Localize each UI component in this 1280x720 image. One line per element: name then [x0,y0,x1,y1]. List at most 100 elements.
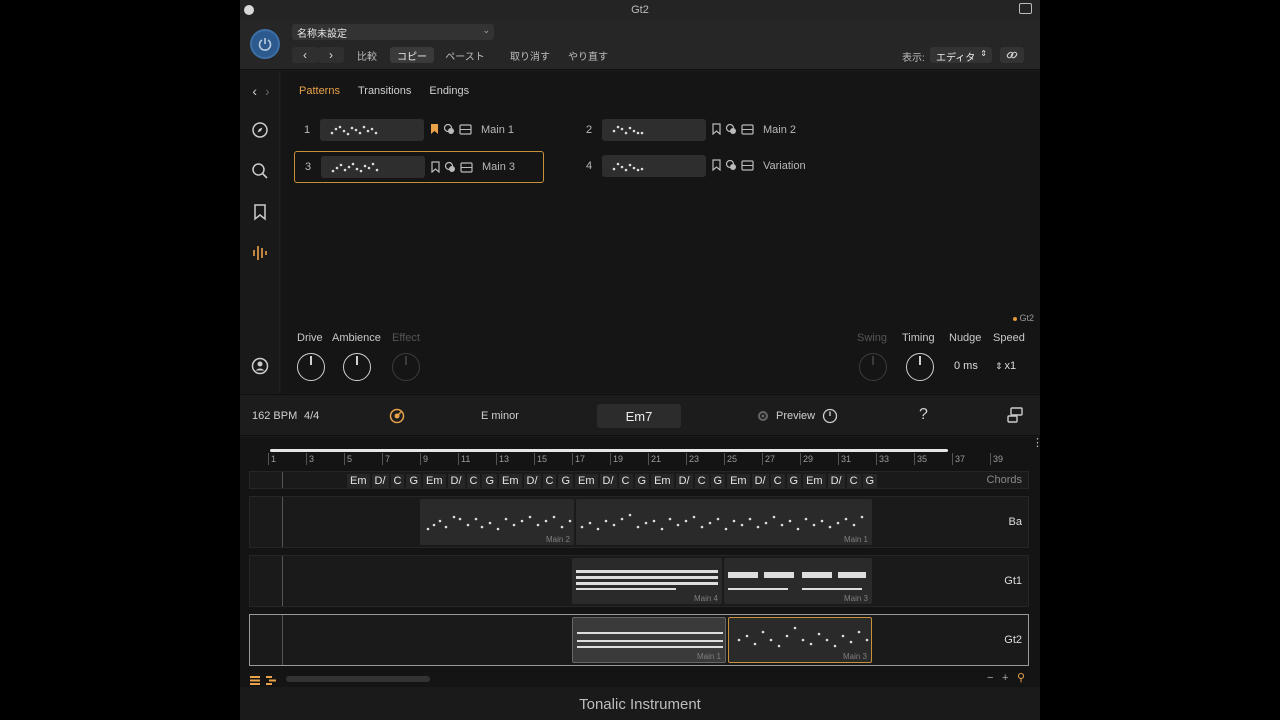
copy-button[interactable]: コピー [390,47,434,63]
bookmark-filled-icon[interactable] [430,123,439,135]
chord-cell[interactable]: D/ [751,474,769,488]
sidebar-item-account[interactable] [250,356,270,376]
chord-cell[interactable]: Em [575,474,598,488]
chord-cell[interactable]: C [466,474,481,488]
song-scrubber[interactable] [270,449,948,452]
power-button[interactable] [250,29,280,59]
chord-cell[interactable]: D/ [371,474,389,488]
effect-knob[interactable] [392,353,420,381]
instrument-tag: Gt2 [1013,313,1034,323]
tab-endings[interactable]: Endings [429,85,469,97]
bookmark-icon[interactable] [431,161,440,173]
pattern-item-selected[interactable]: 3 Main 3 [294,151,544,183]
layout-toggle-icon[interactable] [1006,406,1024,429]
chord-cell[interactable]: D/ [523,474,541,488]
undo-button[interactable]: 取り消す [508,47,552,63]
sidebar-item-bookmarks[interactable] [250,202,270,222]
chord-cell[interactable]: Em [347,474,370,488]
chord-cell[interactable]: Em [727,474,750,488]
redo-button[interactable]: やり直す [566,47,610,63]
chord-cell[interactable]: C [694,474,709,488]
tab-patterns[interactable]: Patterns [299,85,340,97]
zoom-out-button[interactable]: − [987,672,993,684]
zoom-in-button[interactable]: + [1002,672,1008,684]
bar-tick: 7 [382,453,390,465]
horizontal-scrollbar[interactable] [286,676,430,682]
chord-cell[interactable]: G [862,474,878,488]
chord-cell[interactable]: Em [499,474,522,488]
chord-cell[interactable]: Em [423,474,446,488]
help-button[interactable]: ? [919,406,928,424]
chord-cell[interactable]: G [482,474,498,488]
preset-select[interactable]: 名称未設定 ⌄ [292,24,494,40]
pattern-region-selected[interactable]: Main 3 [728,617,872,663]
next-preset-button[interactable]: › [318,47,344,63]
chord-cell[interactable]: G [558,474,574,488]
pattern-name: Variation [763,160,806,172]
pattern-item[interactable]: 1 Main 1 [294,117,544,143]
preview-button[interactable]: Preview [776,410,815,422]
time-signature[interactable]: 4/4 [304,410,319,422]
chord-cell[interactable]: G [406,474,422,488]
prev-preset-button[interactable]: ‹ [292,47,318,63]
pattern-item[interactable]: 4 Variation [576,153,826,179]
chord-cell[interactable]: G [634,474,650,488]
tempo[interactable]: 162 BPM [252,410,297,422]
track-gt1[interactable]: Main 4 Main 3 Gt1 [249,555,1029,607]
swing-knob[interactable] [859,353,887,381]
sidebar-item-patterns[interactable] [250,243,270,263]
compare-button[interactable]: 比較 [352,47,382,63]
pattern-region[interactable]: Main 4 [572,558,722,604]
ambience-label: Ambience [332,332,381,344]
chord-cell[interactable]: C [618,474,633,488]
more-options-icon[interactable]: ⋮ [1032,438,1040,449]
chord-cell[interactable]: D/ [447,474,465,488]
chord-cell[interactable]: G [710,474,726,488]
pattern-region[interactable]: Main 1 [576,499,872,545]
nav-arrows[interactable]: ‹ › [246,81,276,101]
inspector-icon[interactable] [266,672,276,690]
preview-timer-icon[interactable] [822,408,838,429]
chord-cell[interactable]: D/ [675,474,693,488]
chord-cell[interactable]: C [390,474,405,488]
nudge-value[interactable]: 0 ms [954,360,978,372]
paste-button[interactable]: ペースト [440,47,490,63]
fullscreen-icon[interactable] [1019,3,1032,14]
back-icon[interactable]: ‹ [252,83,257,99]
key-display[interactable]: E minor [481,410,519,422]
pattern-item[interactable]: 2 Main 2 [576,117,826,143]
pattern-region[interactable]: Main 1 [572,617,726,663]
chord-cell[interactable]: G [786,474,802,488]
tone-icon [444,161,455,172]
chord-cell[interactable]: D/ [599,474,617,488]
link-button[interactable] [1000,47,1024,63]
chord-cell[interactable]: Em [651,474,674,488]
sidebar-item-search[interactable] [250,161,270,181]
bookmark-icon[interactable] [712,159,721,171]
current-chord[interactable]: Em7 [597,404,681,428]
chords-track[interactable]: Em D/ C G Em D/ C G Em D/ C G Em D/ C G … [249,471,1029,489]
chord-cell[interactable]: Em [803,474,826,488]
forward-icon[interactable]: › [265,83,270,99]
tab-transitions[interactable]: Transitions [358,85,411,97]
ambience-knob[interactable] [343,353,371,381]
pin-icon[interactable]: ⚲ [1017,671,1025,684]
pattern-region[interactable]: Main 2 [420,499,574,545]
speed-control[interactable]: ⇕ x1 [995,360,1016,372]
view-select[interactable]: エディタ ⇕ [930,47,992,64]
timing-label: Timing [902,332,935,344]
chord-cell[interactable]: D/ [827,474,845,488]
drive-knob[interactable] [297,353,325,381]
timing-knob[interactable] [906,353,934,381]
sidebar-item-explore[interactable] [250,120,270,140]
chord-cell[interactable]: C [542,474,557,488]
track-gt2[interactable]: Main 1 Main 3 Gt2 [249,614,1029,666]
chord-cell[interactable]: C [770,474,785,488]
bookmark-icon[interactable] [712,123,721,135]
track-list-icon[interactable] [250,672,260,690]
pattern-region[interactable]: Main 3 [724,558,872,604]
metronome-icon[interactable] [389,408,405,429]
track-ba[interactable]: Main 2 Main 1 Ba [249,496,1029,548]
chord-cell[interactable]: C [846,474,861,488]
bar-ruler[interactable]: 1 3 5 7 9 11 13 15 17 19 21 23 25 27 29 … [268,453,1028,467]
